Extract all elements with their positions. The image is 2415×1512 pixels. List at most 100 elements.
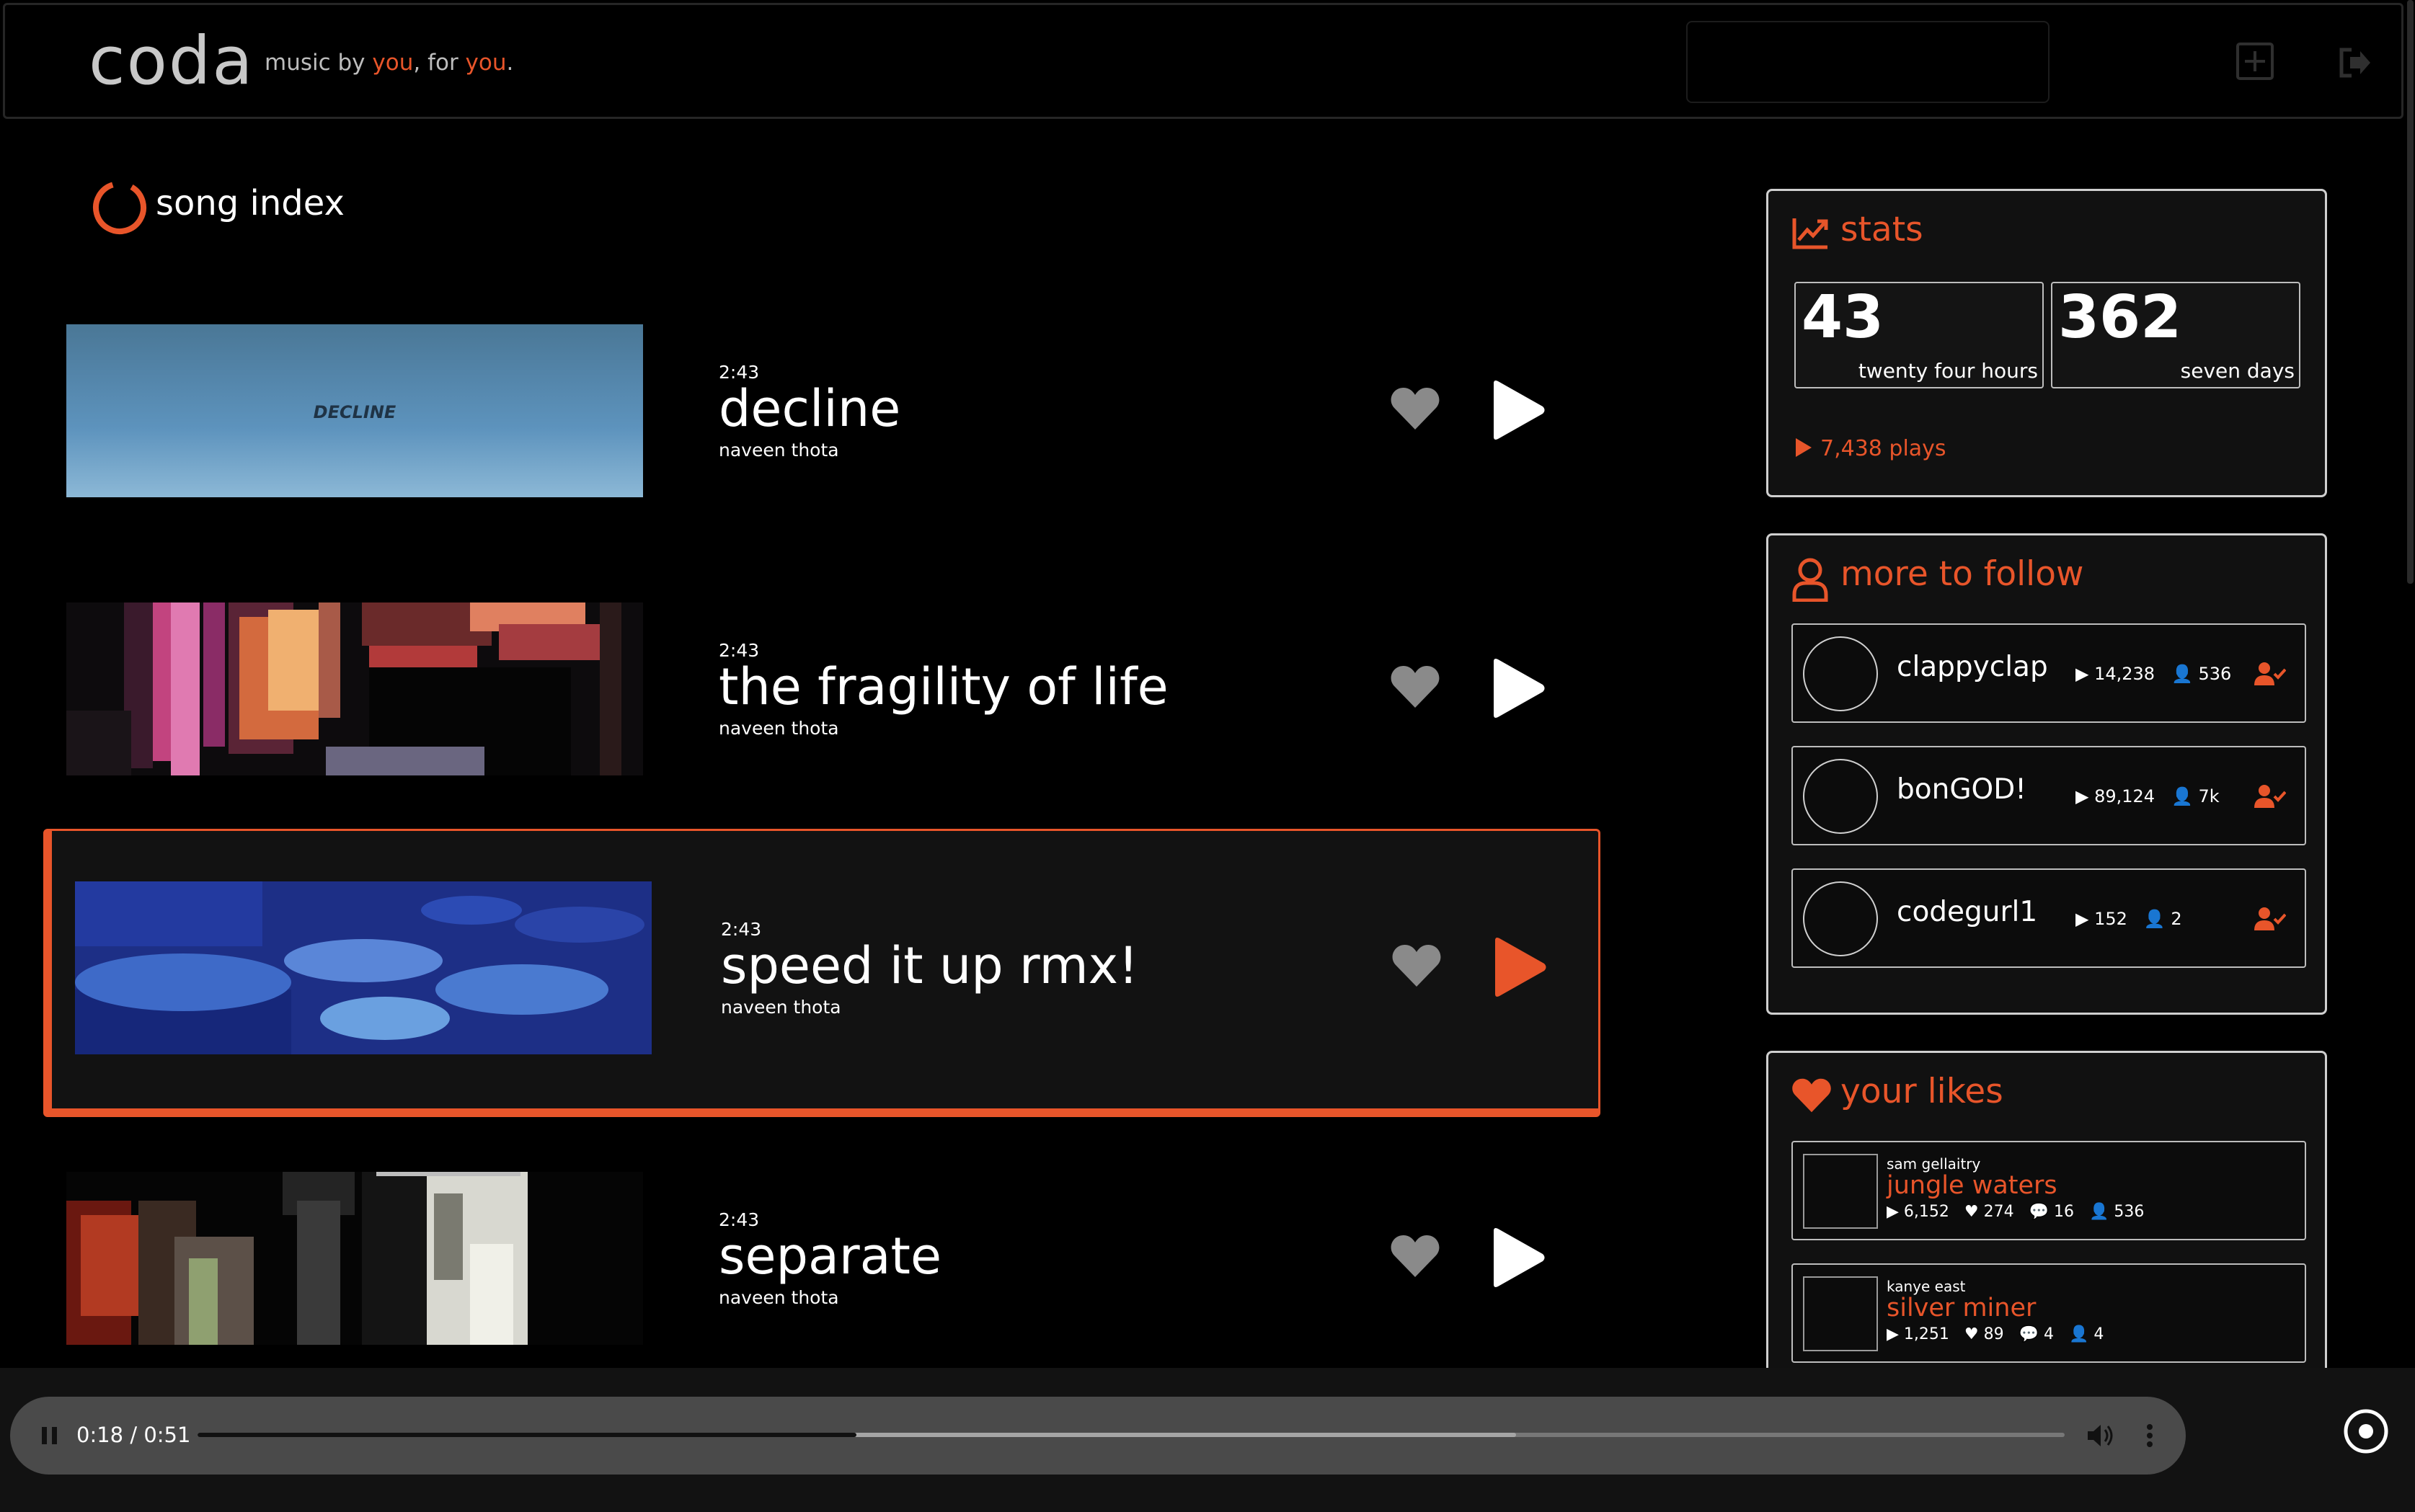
tagline-part: . (506, 50, 514, 76)
add-song-button[interactable] (2236, 43, 2274, 80)
follow-suggestion-card[interactable]: bonGOD! ▶ 89,124 👤 7k (1791, 746, 2306, 845)
like-button[interactable] (1391, 943, 1442, 988)
liked-song-thumbnail[interactable] (1803, 1154, 1878, 1229)
total-plays-text: 7,438 plays (1820, 436, 1946, 461)
like-button[interactable] (1390, 1234, 1440, 1278)
tagline-accent: you (465, 50, 507, 76)
vinyl-record-icon (2344, 1409, 2388, 1454)
tagline-part: music by (265, 50, 373, 76)
song-title[interactable]: decline (719, 379, 900, 438)
page-scrollbar[interactable] (2407, 0, 2414, 584)
song-row[interactable]: DECLINE 2:43 decline naveen thota (43, 303, 1600, 497)
song-title[interactable]: separate (719, 1227, 941, 1286)
tagline-accent: you (372, 50, 414, 76)
play-small-icon: ▶ (2075, 664, 2095, 684)
play-button[interactable] (1489, 379, 1547, 441)
song-cover-art[interactable] (66, 1172, 643, 1345)
playback-time: 0:18 / 0:51 (76, 1423, 191, 1447)
cover-image (66, 1172, 643, 1345)
followers-small-icon: 👤 (2058, 1325, 2094, 1343)
song-index-title: song index (156, 183, 345, 223)
song-title[interactable]: the fragility of life (719, 657, 1169, 716)
play-icon (1494, 1228, 1545, 1287)
song-cover-art[interactable]: DECLINE (66, 324, 643, 497)
liked-song-artist[interactable]: kanye east (1887, 1278, 1965, 1295)
song-cover-art[interactable] (75, 881, 652, 1054)
song-artist[interactable]: naveen thota (719, 1287, 839, 1308)
play-button-active[interactable] (1491, 936, 1548, 998)
song-row[interactable]: 2:43 the fragility of life naveen thota (43, 581, 1600, 775)
chart-trend-icon (1792, 218, 1828, 249)
like-button[interactable] (1390, 386, 1440, 431)
liked-song-comments: 4 (2043, 1325, 2054, 1343)
play-icon (1494, 381, 1545, 440)
song-row[interactable]: 2:43 separate naveen thota (43, 1150, 1600, 1345)
app-tagline: music by you, for you. (265, 50, 513, 76)
song-artist[interactable]: naveen thota (719, 718, 839, 739)
heart-icon (1392, 945, 1441, 987)
volume-button[interactable] (2086, 1423, 2115, 1449)
follow-button[interactable] (2254, 783, 2287, 809)
play-small-icon: ▶ (2075, 786, 2095, 806)
liked-song-card[interactable]: sam gellaitry jungle waters ▶ 6,152 ♥ 27… (1791, 1141, 2306, 1240)
app-logo[interactable]: coda (89, 22, 254, 99)
progress-played (198, 1433, 857, 1437)
liked-song-card[interactable]: kanye east silver miner ▶ 1,251 ♥ 89 💬 4… (1791, 1263, 2306, 1363)
avatar[interactable] (1803, 759, 1878, 834)
avatar[interactable] (1803, 881, 1878, 956)
pause-button[interactable] (39, 1424, 61, 1447)
progress-slider[interactable] (198, 1433, 2065, 1437)
song-cover-art[interactable] (66, 602, 643, 775)
liked-song-likes: 89 (1983, 1325, 2004, 1343)
play-small-icon (1796, 438, 1812, 457)
more-options-button[interactable] (2145, 1421, 2154, 1450)
liked-song-stats: ▶ 1,251 ♥ 89 💬 4 👤 4 (1887, 1325, 2104, 1343)
liked-song-plays: 1,251 (1903, 1325, 1949, 1343)
follow-suggestion-card[interactable]: clappyclap ▶ 14,238 👤 536 (1791, 623, 2306, 723)
liked-song-title[interactable]: jungle waters (1887, 1171, 2057, 1200)
user-name[interactable]: codegurl1 (1897, 896, 2037, 928)
liked-song-title[interactable]: silver miner (1887, 1294, 2036, 1322)
song-row-playing[interactable]: 2:43 speed it up rmx! naveen thota (43, 829, 1600, 1117)
stats-title: stats (1840, 210, 1923, 249)
follow-button[interactable] (2254, 906, 2287, 932)
total-plays: 7,438 plays (1794, 436, 1946, 461)
user-followers: 536 (2198, 664, 2232, 684)
search-input[interactable] (1686, 21, 2050, 103)
volume-icon (2088, 1425, 2113, 1446)
user-plays: 89,124 (2094, 786, 2155, 806)
comment-small-icon: 💬 (2019, 1203, 2054, 1221)
vinyl-toggle-button[interactable] (2343, 1408, 2389, 1454)
user-name[interactable]: bonGOD! (1897, 773, 2026, 806)
avatar[interactable] (1803, 636, 1878, 711)
liked-song-stats: ▶ 6,152 ♥ 274 💬 16 👤 536 (1887, 1203, 2144, 1221)
user-check-icon (2254, 907, 2287, 930)
play-button[interactable] (1489, 657, 1547, 719)
like-button[interactable] (1390, 664, 1440, 709)
logout-button[interactable] (2337, 47, 2373, 79)
top-header: coda music by you, for you. (3, 3, 2403, 119)
tagline-part: , for (413, 50, 466, 76)
user-name[interactable]: clappyclap (1897, 651, 2048, 683)
liked-song-artist[interactable]: sam gellaitry (1887, 1155, 1980, 1173)
user-stats: ▶ 14,238 👤 536 (2075, 664, 2231, 684)
your-likes-title: your likes (1840, 1072, 2003, 1111)
followers-small-icon: 👤 (2078, 1203, 2114, 1221)
stat-box-7d: 362 seven days (2051, 282, 2300, 388)
more-to-follow-panel: more to follow clappyclap ▶ 14,238 👤 536… (1766, 533, 2327, 1015)
follow-suggestion-card[interactable]: codegurl1 ▶ 152 👤 2 (1791, 868, 2306, 968)
liked-song-thumbnail[interactable] (1803, 1276, 1878, 1351)
play-button[interactable] (1489, 1227, 1547, 1289)
user-check-icon (2254, 662, 2287, 685)
song-artist[interactable]: naveen thota (721, 997, 841, 1018)
more-vertical-icon (2147, 1424, 2153, 1447)
cover-image (75, 881, 652, 1054)
liked-song-plays: 6,152 (1903, 1203, 1949, 1221)
stat-label: twenty four hours (1858, 359, 2038, 383)
song-title[interactable]: speed it up rmx! (721, 936, 1138, 995)
pause-icon (42, 1427, 57, 1444)
follow-button[interactable] (2254, 661, 2287, 687)
song-artist[interactable]: naveen thota (719, 440, 839, 461)
liked-song-followers: 536 (2114, 1203, 2145, 1221)
play-small-icon: ▶ (2075, 909, 2095, 929)
